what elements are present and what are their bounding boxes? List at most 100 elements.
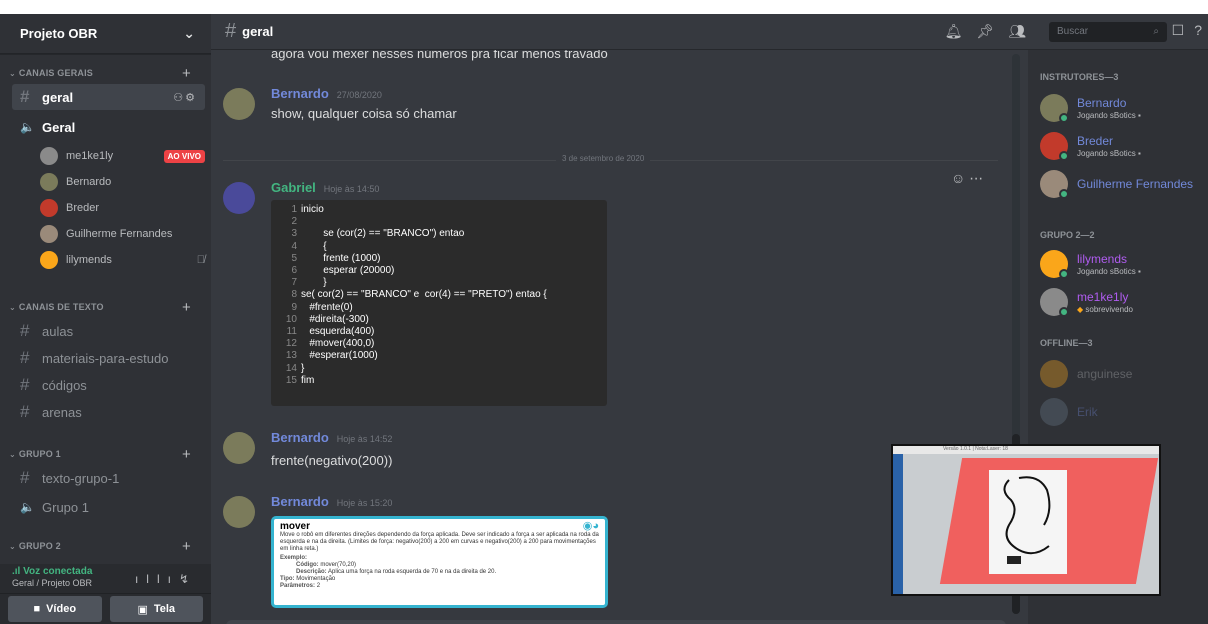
line-number: 3 [291,228,297,240]
add-channel-icon[interactable]: + [182,538,191,555]
message-text: show, qualquer coisa só chamar [271,106,457,121]
voice-user[interactable]: Breder [40,196,205,220]
line-number: 12 [285,338,297,350]
line-number: 10 [285,313,297,325]
member-category: INSTRUTORES—3 [1040,72,1119,82]
code-text: esperar (20000) [301,265,395,277]
member-item[interactable]: lilymends Jogando sBotics ▪ [1040,246,1208,282]
doc-image[interactable]: ◉◕ mover Move o robô em diferentes direç… [271,516,608,608]
voice-user[interactable]: lilymends 🎙̸ [40,248,205,272]
add-channel-icon[interactable]: + [182,65,191,82]
voice-user[interactable]: Bernardo [40,170,205,194]
locked-speaker-icon: 🔈 [20,500,35,514]
message-author[interactable]: Bernardo Hoje às 15:20 [271,494,392,509]
code-line: 14} [277,363,601,375]
code-text: frente (1000) [301,252,381,264]
noise-suppression-icon[interactable]: ıllı [135,572,179,586]
disconnect-icon[interactable]: ↯ [179,572,197,586]
member-item[interactable]: anguinese [1040,356,1208,392]
screen-share-button[interactable]: ▣ Tela [109,596,203,622]
code-line: 13 #esperar(1000) [277,350,601,362]
discord-app: Projeto OBR ⌄ ⌄ CANAIS GERAIS + # geral … [0,14,1208,624]
add-reaction-icon[interactable]: ☺ [951,170,969,186]
voice-user[interactable]: Guilherme Fernandes [40,222,205,246]
code-text: se( cor(2) == "BRANCO" e cor(4) == "PRET… [301,289,547,301]
message-author[interactable]: Bernardo Hoje às 14:52 [271,430,392,445]
avatar[interactable] [223,432,255,464]
more-icon[interactable]: ⋯ [969,170,987,186]
locked-hash-icon: # [20,468,30,487]
channel-texto-grupo-1[interactable]: # texto-grupo-1 [12,465,205,491]
timestamp: Hoje às 15:20 [336,498,393,508]
message-author[interactable]: Bernardo 27/08/2020 [271,86,382,101]
channel-arenas[interactable]: # arenas [12,399,205,425]
search-input[interactable]: Buscar ⌕ [1049,22,1167,42]
member-item[interactable]: Guilherme Fernandes [1040,166,1208,202]
code-line: 12 #mover(400,0) [277,338,601,350]
voice-connection-panel: .ıl Voz conectada Geral / Projeto OBR ıl… [0,564,211,594]
channel-codigos[interactable]: # códigos [12,372,205,398]
member-item[interactable]: Breder Jogando sBotics ▪ [1040,128,1208,164]
category-grupo-1[interactable]: ⌄ GRUPO 1 + [0,445,211,463]
code-text: fim [301,374,315,386]
code-text: esquerda(400) [301,326,375,338]
online-status [1059,151,1069,161]
code-text: #frente(0) [301,301,353,313]
hash-icon: # [20,375,30,394]
members-icon[interactable]: 👥︎ [1008,23,1026,40]
invite-settings-icons[interactable]: ⚇⚙ [173,91,197,104]
avatar [40,225,58,243]
timestamp: 27/08/2020 [336,90,382,100]
member-item[interactable]: Erik [1040,394,1208,430]
pin-icon[interactable]: 📌︎ [976,23,994,40]
voice-channel-grupo-1[interactable]: 🔈 Grupo 1 [12,494,205,520]
channel-title: geral [242,24,274,39]
channel-materiais-para-estudo[interactable]: # materiais-para-estudo [12,345,205,371]
avatar[interactable] [223,182,255,214]
sim-window-title: Versão 1.0.1 | Nota:Laser: 18 [893,446,1159,454]
search-icon: ⌕ [1153,26,1159,37]
help-icon[interactable]: ? [1194,22,1202,39]
voice-channel-geral[interactable]: 🔈 Geral [12,114,205,140]
add-channel-icon[interactable]: + [182,299,191,316]
avatar[interactable] [223,88,255,120]
code-text: inicio [301,204,324,215]
code-line: 6 esperar (20000) [277,265,601,277]
camera-icon: ■ [33,603,41,615]
category-grupo-2[interactable]: ⌄ GRUPO 2 + [0,537,211,555]
inbox-icon[interactable]: ☐ [1172,22,1185,39]
line-number: 14 [285,362,297,374]
code-text: } [301,362,305,374]
code-line: 1 inicio [277,204,601,216]
code-line: 7 } [277,277,601,289]
avatar [1040,360,1068,388]
category-canais-gerais[interactable]: ⌄ CANAIS GERAIS + [0,64,211,82]
bell-icon[interactable]: 🔔︎ [945,23,963,40]
video-button[interactable]: ■ Vídeo [8,596,102,622]
member-item[interactable]: me1ke1ly ◆ sobrevivendo [1040,284,1208,320]
code-line: 9 #frente(0) [277,302,601,314]
code-image[interactable]: 1 inicio 2 3 se (cor(2) == "BRANCO") entao 4… [271,200,607,406]
stream-video-popout[interactable]: Versão 1.0.1 | Nota:Laser: 18 [891,444,1161,596]
add-channel-icon[interactable]: + [182,446,191,463]
category-canais-de-texto[interactable]: ⌄ CANAIS DE TEXTO + [0,298,211,316]
chevron-down-icon: ⌄ [9,541,16,551]
sim-track [989,470,1067,574]
message-author[interactable]: Gabriel Hoje às 14:50 [271,180,379,195]
signal-icon: .ıl [12,566,24,577]
line-number: 11 [286,326,297,338]
message-text: agora vou mexer nesses números pra ficar… [271,50,608,61]
avatar [1040,250,1069,279]
member-item[interactable]: Bernardo Jogando sBotics ▪ [1040,90,1208,126]
hash-icon: # [225,20,237,42]
avatar [1040,288,1069,317]
channel-geral[interactable]: # geral ⚇⚙ [12,84,205,110]
avatar [40,199,58,217]
server-header[interactable]: Projeto OBR ⌄ [0,14,211,54]
message-input[interactable] [226,620,1006,624]
voice-user[interactable]: me1ke1ly AO VIVO [40,144,205,168]
avatar[interactable] [223,496,255,528]
channel-aulas[interactable]: # aulas [12,318,205,344]
hash-icon: # [20,87,30,106]
avatar [40,173,58,191]
